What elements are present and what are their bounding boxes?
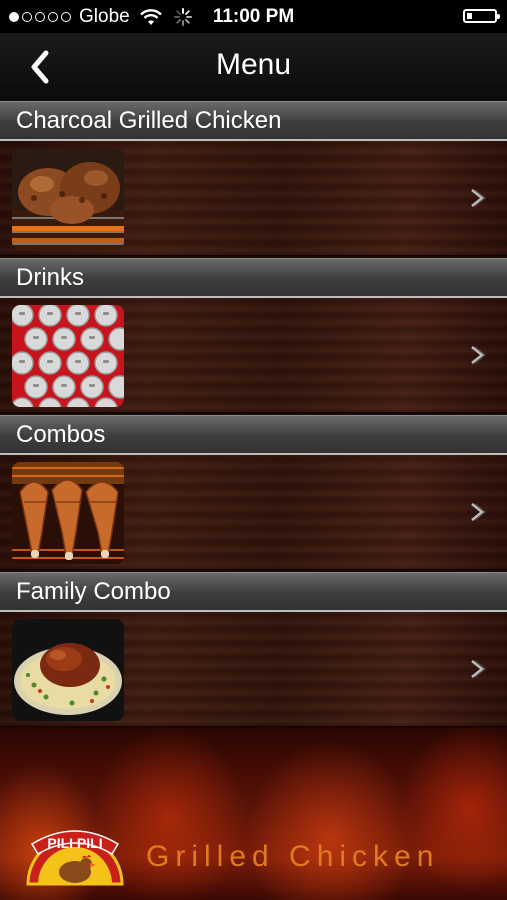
nav-bar: Menu [0, 33, 507, 102]
footer-banner: PILI PILI Grilled Chicken [0, 728, 507, 900]
page-title: Menu [215, 48, 292, 81]
pili-pili-logo: PILI PILI [26, 830, 124, 886]
section-header-family-combo: Family Combo [0, 572, 507, 612]
chevron-right-icon [471, 346, 487, 364]
family-combo-image [12, 619, 124, 721]
tagline: Grilled Chicken [146, 840, 440, 873]
menu-row-drinks[interactable] [0, 298, 507, 413]
soda-cans-image [12, 305, 124, 407]
chevron-right-icon [471, 660, 487, 678]
status-bar: Globe 11:00 PM [0, 0, 507, 33]
section-header-charcoal-grilled-chicken: Charcoal Grilled Chicken [0, 101, 507, 141]
chicken-legs-image [12, 462, 124, 564]
logo-text: PILI PILI [47, 835, 102, 851]
battery-icon [463, 9, 500, 23]
menu-row-combos[interactable] [0, 455, 507, 570]
grilled-chicken-image [12, 148, 124, 250]
menu-row-family-combo[interactable] [0, 612, 507, 727]
status-time: 11:00 PM [212, 6, 295, 27]
section-header-combos: Combos [0, 415, 507, 455]
menu-row-charcoal-grilled-chicken[interactable] [0, 141, 507, 256]
chevron-right-icon [471, 503, 487, 521]
section-header-drinks: Drinks [0, 258, 507, 298]
battery-level [467, 13, 473, 19]
chevron-right-icon [471, 189, 487, 207]
